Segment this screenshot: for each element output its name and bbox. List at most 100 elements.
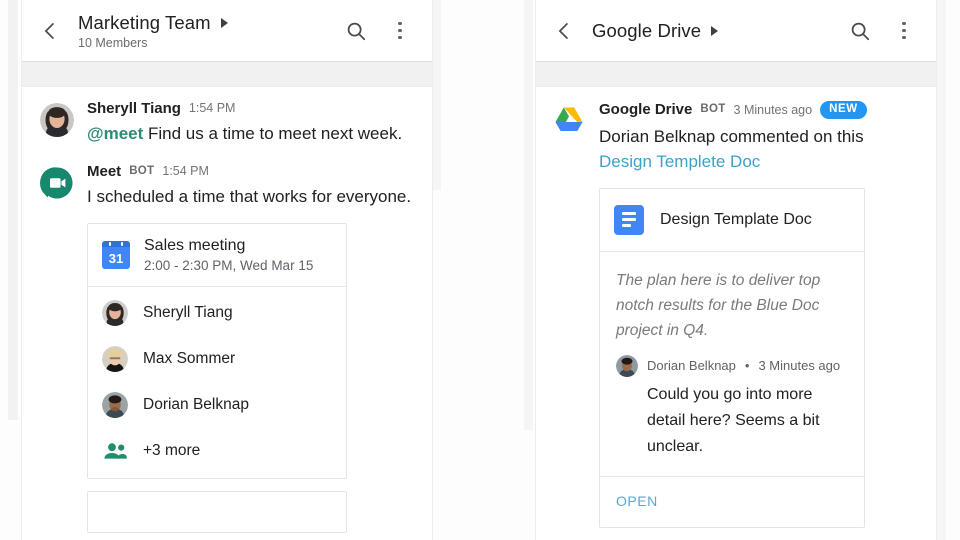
chevron-left-icon [45,22,54,39]
avatar-sheryll [102,300,128,326]
search-icon [347,22,366,40]
room-title: Marketing Team [78,11,211,33]
attendee-name: Sheryll Tiang [143,304,233,321]
avatar [102,346,128,372]
document-card-actions: OPEN [600,477,864,527]
document-excerpt: The plan here is to deliver top notch re… [616,271,821,339]
caret-right-icon [220,17,228,28]
avatar [102,300,128,326]
document-link[interactable]: Design Templete Doc [599,152,760,171]
bot-tag: BOT [700,103,726,115]
attendee-row[interactable]: Sheryll Tiang [88,287,346,336]
more-vertical-icon [398,21,402,40]
attendee-row[interactable]: Dorian Belknap [88,382,346,428]
right-header-actions [840,9,936,53]
avatar [40,103,74,137]
document-title: Design Template Doc [660,210,812,228]
member-count: 10 Members [78,35,148,50]
panel-edge-decor [936,0,946,540]
document-card-header: Design Template Doc [600,189,864,251]
people-icon [102,438,128,464]
meet-bot-avatar [40,166,74,200]
attendees-more-label: +3 more [143,442,201,459]
sender-name: Sheryll Tiang [87,100,181,117]
search-button[interactable] [336,9,376,53]
message-item: Sheryll Tiang 1:54 PM @meet Find us a ti… [22,87,432,146]
avatar-sheryll [40,103,74,137]
back-button[interactable] [22,0,78,61]
overflow-menu-button[interactable] [380,9,420,53]
bot-tag: BOT [129,164,155,177]
message-text-body: Dorian Belknap commented on this [599,126,864,146]
chat-room-panel-google-drive: Google Drive Google Drive BOT 3 Minutes … [536,0,936,540]
meeting-card-header: 31 Sales meeting 2:00 - 2:30 PM, Wed Mar… [88,224,346,286]
comment-time: 3 Minutes ago [758,358,841,373]
open-button[interactable]: OPEN [616,493,658,509]
meet-bot-icon [40,167,73,199]
next-card-stub[interactable] [87,491,347,533]
avatar-dorian [616,354,638,377]
mention-chip[interactable]: @meet [87,124,143,143]
google-docs-icon [614,204,644,235]
sender-name: Meet [87,163,122,180]
chat-room-panel-marketing-team: Marketing Team 10 Members Sheryll Tiang … [22,0,432,540]
left-header: Marketing Team 10 Members [22,0,432,62]
comment-separator: • [744,358,750,373]
drive-bot-avatar [552,103,586,137]
attendee-name: Dorian Belknap [143,396,249,413]
caret-right-icon [711,25,719,36]
search-icon [851,22,870,40]
left-message-list: Sheryll Tiang 1:54 PM @meet Find us a ti… [22,87,432,533]
message-text: @meet Find us a time to meet next week. [87,121,416,146]
right-message-list: Google Drive BOT 3 Minutes ago NEW Doria… [536,87,936,528]
attendees-more-row[interactable]: +3 more [88,428,346,478]
new-badge: NEW [820,101,867,119]
message-text-body: Find us a time to meet next week. [148,124,403,143]
timestamp: 1:54 PM [162,164,209,179]
comment-body: Could you go into more detail here? Seem… [647,385,820,455]
document-card[interactable]: Design Template Doc The plan here is to … [599,187,865,528]
right-title-block[interactable]: Google Drive [592,20,840,42]
meeting-time: 2:00 - 2:30 PM, Wed Mar 15 [144,258,314,273]
meeting-title: Sales meeting [144,237,246,254]
avatar-dorian [102,392,128,418]
search-button[interactable] [840,9,880,53]
right-header: Google Drive [536,0,936,62]
message-text: Dorian Belknap commented on this Design … [599,124,920,174]
message-item: Google Drive BOT 3 Minutes ago NEW Doria… [536,87,936,528]
left-header-actions [336,9,432,53]
comment-block: Dorian Belknap • 3 Minutes ago Could you… [600,351,864,476]
sender-name: Google Drive [599,101,693,119]
overflow-menu-button[interactable] [884,9,924,53]
left-divider-band [22,62,432,87]
calendar-day: 31 [102,247,130,269]
people-icon-glyph [104,443,127,459]
more-vertical-icon [902,21,906,40]
right-divider-band [536,62,936,87]
timestamp: 1:54 PM [188,101,236,116]
message-item: Meet BOT 1:54 PM I scheduled a time that… [22,146,432,533]
google-drive-icon [555,107,583,131]
left-title-block[interactable]: Marketing Team 10 Members [78,12,336,50]
avatar [102,392,128,418]
comment-author: Dorian Belknap [647,358,736,373]
google-calendar-icon: 31 [102,241,130,269]
chevron-left-icon [559,22,568,39]
message-body: Meet BOT 1:54 PM I scheduled a time that… [87,164,416,533]
avatar-max [102,346,128,372]
meeting-card[interactable]: 31 Sales meeting 2:00 - 2:30 PM, Wed Mar… [87,223,347,479]
attendee-name: Max Sommer [143,350,236,367]
panel-edge-decor [8,0,18,420]
room-title: Google Drive [592,19,702,41]
timestamp: 3 Minutes ago [733,102,813,117]
message-text: I scheduled a time that works for everyo… [87,187,412,206]
comment-header: Dorian Belknap • 3 Minutes ago [616,354,848,377]
screen: Marketing Team 10 Members Sheryll Tiang … [0,0,960,540]
back-button[interactable] [536,0,592,61]
avatar [616,354,638,377]
panel-edge-decor [432,0,441,190]
message-body: Sheryll Tiang 1:54 PM @meet Find us a ti… [87,101,416,146]
attendee-row[interactable]: Max Sommer [88,336,346,382]
panel-edge-decor [524,0,533,430]
message-body: Google Drive BOT 3 Minutes ago NEW Doria… [599,101,920,528]
